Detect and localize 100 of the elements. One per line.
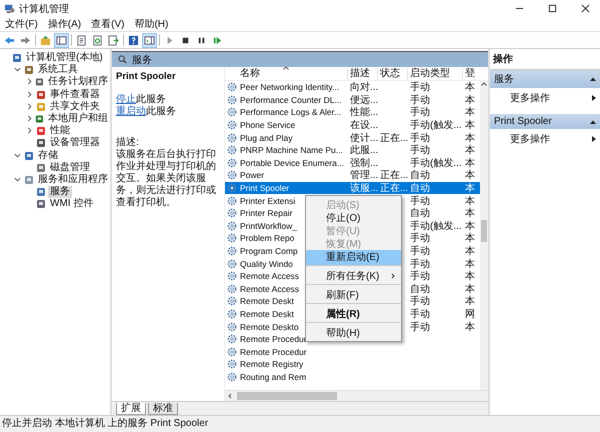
column-header[interactable]: 名称 bbox=[238, 68, 348, 80]
collapsed-chevron-icon[interactable] bbox=[26, 127, 33, 134]
table-cell-text: 手动 bbox=[410, 144, 430, 158]
tree-item[interactable]: WMI 控件 bbox=[48, 198, 96, 210]
table-cell: 手动 bbox=[410, 81, 430, 94]
table-cell-text: 本 bbox=[465, 106, 475, 120]
tree-item[interactable]: 设备管理器 bbox=[48, 137, 102, 150]
scrollbar-thumb[interactable] bbox=[237, 392, 337, 400]
tree-item[interactable]: 磁盘管理 bbox=[48, 162, 92, 174]
action-item[interactable]: 更多操作 bbox=[490, 129, 600, 149]
table-cell: Portable Device Enumera... bbox=[240, 158, 344, 168]
table-cell: Remote Procedur bbox=[240, 346, 307, 357]
scrollbar-thumb[interactable] bbox=[481, 220, 487, 242]
table-cell: Print Spooler bbox=[240, 183, 290, 194]
menu-item[interactable]: 停止(O) bbox=[306, 211, 401, 224]
gear-icon bbox=[227, 308, 237, 319]
table-cell-text: 本 bbox=[465, 270, 475, 284]
tree-item[interactable]: 服务 bbox=[48, 186, 72, 198]
tree-node-icon bbox=[36, 187, 46, 198]
table-cell: Performance Logs & Aler... bbox=[240, 107, 342, 118]
expanded-chevron-icon[interactable] bbox=[14, 66, 21, 74]
view-tab[interactable]: 扩展 bbox=[116, 403, 146, 415]
tree-item[interactable]: 任务计划程序 bbox=[46, 76, 110, 88]
table-cell: Performance Counter DL... bbox=[240, 94, 342, 105]
table-cell-text: 自动 bbox=[410, 169, 430, 182]
tree-item[interactable]: 性能 bbox=[48, 125, 72, 138]
gear-icon bbox=[227, 220, 237, 231]
export-icon[interactable] bbox=[107, 34, 120, 46]
tree-node-icon bbox=[24, 150, 34, 161]
collapsed-chevron-icon[interactable] bbox=[26, 78, 33, 86]
action-section-header[interactable]: Print Spooler bbox=[490, 114, 600, 129]
gear-icon bbox=[227, 246, 237, 256]
help-icon[interactable] bbox=[127, 34, 140, 46]
selected-row[interactable]: Print Spooler 该服... 正在... 自动 本 bbox=[225, 182, 480, 194]
menu-item[interactable]: 属性(R) bbox=[306, 307, 401, 323]
menu-item[interactable]: 所有任务(K) bbox=[306, 269, 401, 285]
menu-item[interactable]: 文件(F) bbox=[5, 17, 38, 31]
app-icon bbox=[4, 3, 15, 14]
collapsed-chevron-icon[interactable] bbox=[26, 102, 33, 110]
table-cell-text: 正在... bbox=[380, 182, 408, 196]
maximize-icon[interactable] bbox=[548, 4, 557, 13]
table-cell-text: 自动 bbox=[410, 182, 430, 196]
column-header[interactable]: 启动类型 bbox=[408, 68, 463, 80]
table-cell-text: 手动(触发... bbox=[410, 156, 462, 170]
tree-pane-icon[interactable] bbox=[55, 34, 68, 46]
tree-item[interactable]: 共享文件夹 bbox=[48, 100, 102, 113]
column-header[interactable]: 状态 bbox=[378, 68, 408, 80]
tree-item[interactable]: 存储 bbox=[36, 150, 60, 162]
expanded-chevron-icon[interactable] bbox=[14, 176, 21, 183]
action-item[interactable]: 更多操作 bbox=[490, 88, 600, 108]
menu-item[interactable]: 重新启动(E) bbox=[306, 250, 401, 266]
gear-icon bbox=[227, 208, 237, 218]
menu-item[interactable]: 帮助(H) bbox=[134, 17, 168, 31]
service-link[interactable]: 重启动 bbox=[116, 106, 146, 117]
table-cell-text: 手动 bbox=[410, 294, 430, 308]
tree-node-icon bbox=[12, 53, 22, 64]
gear-icon bbox=[227, 132, 237, 143]
tree-item[interactable]: 服务和应用程序 bbox=[36, 174, 110, 186]
gear-icon bbox=[227, 233, 237, 244]
gear-icon bbox=[227, 258, 237, 269]
table-cell-text: 手动 bbox=[410, 308, 430, 321]
collapsed-chevron-icon[interactable] bbox=[26, 115, 33, 122]
action-section-header[interactable]: 服务 bbox=[490, 70, 600, 88]
table-cell-text: 手动 bbox=[410, 232, 430, 246]
table-cell-text: 强制... bbox=[350, 156, 378, 170]
service-link[interactable]: 停止 bbox=[116, 94, 136, 105]
tree-item[interactable]: 本地用户和组 bbox=[46, 113, 110, 126]
gear-icon bbox=[227, 145, 237, 156]
scroll-up-icon[interactable] bbox=[481, 82, 487, 86]
gear-icon bbox=[227, 322, 237, 332]
tree-item[interactable]: 系统工具 bbox=[36, 64, 80, 76]
table-cell: 本 bbox=[465, 81, 475, 94]
scroll-left-icon[interactable] bbox=[228, 393, 232, 399]
table-cell-text: 本 bbox=[465, 294, 475, 308]
table-cell-text: 本 bbox=[465, 244, 475, 258]
menu-item[interactable]: 刷新(F) bbox=[306, 288, 401, 304]
column-header[interactable]: 登 bbox=[463, 68, 475, 80]
table-cell-text: 手动(触发... bbox=[410, 220, 462, 232]
expanded-chevron-icon[interactable] bbox=[14, 152, 21, 159]
gear-icon bbox=[227, 158, 237, 168]
collapsed-chevron-icon[interactable] bbox=[26, 90, 33, 98]
description-label: 描述: bbox=[116, 137, 140, 148]
properties-icon[interactable] bbox=[75, 34, 88, 46]
close-icon[interactable] bbox=[581, 4, 590, 13]
table-cell-text: 本 bbox=[465, 232, 475, 246]
table-cell-text: 性能... bbox=[350, 106, 378, 120]
folder-up-icon[interactable] bbox=[39, 34, 52, 46]
sort-caret-icon bbox=[283, 66, 289, 70]
description-text: 该服务在后台执行打印作业并处理与打印机的交互。如果关闭该服务，则无法进行打印或查看打印机。 bbox=[116, 149, 217, 209]
column-header[interactable]: 描述 bbox=[348, 68, 378, 80]
action-pane-icon[interactable] bbox=[143, 34, 156, 46]
tree-item[interactable]: 计算机管理(本地) bbox=[24, 52, 105, 64]
menu-item[interactable]: 操作(A) bbox=[48, 17, 82, 31]
table-cell: Remote Access bbox=[240, 271, 300, 282]
menu-item[interactable]: 帮助(H) bbox=[306, 326, 401, 339]
view-tab[interactable]: 标准 bbox=[148, 403, 178, 415]
refresh-icon[interactable] bbox=[91, 34, 104, 46]
tree-item[interactable]: 事件查看器 bbox=[48, 88, 102, 101]
status-bar: 停止并启动 本地计算机 上的服务 Print Spooler bbox=[0, 415, 600, 432]
menu-item[interactable]: 查看(V) bbox=[91, 17, 124, 31]
